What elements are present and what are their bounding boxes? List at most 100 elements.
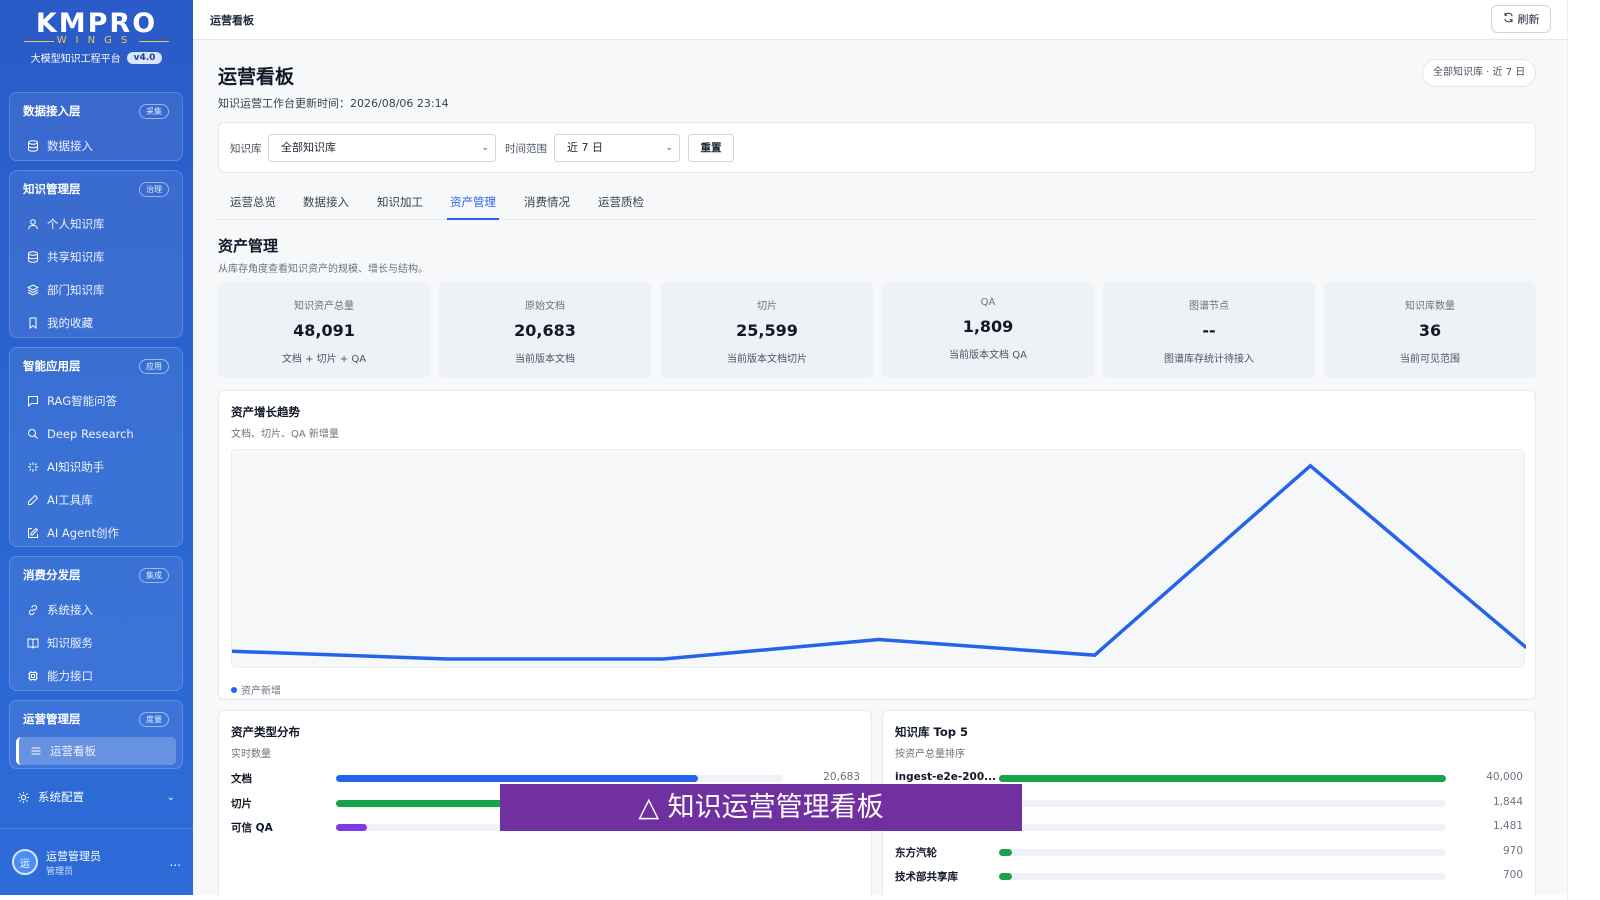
data-point-2 (661, 657, 665, 661)
kpi-label: QA (980, 297, 996, 308)
sidebar-item-ai-agent[interactable]: AI Agent创作 (10, 516, 182, 549)
sidebar-item-label: Deep Research (47, 426, 134, 441)
data-point-1 (446, 657, 450, 661)
reset-button[interactable]: 重置 (688, 134, 734, 162)
data-point-5 (1308, 464, 1312, 468)
group-tag: 度量 (139, 711, 169, 727)
tab-bar: 运营总览 数据接入 知识加工 资产管理 消费情况 运营质检 (218, 186, 1536, 220)
sidebar-item-label: 个人知识库 (47, 216, 105, 231)
sidebar-item-deep-research[interactable]: Deep Research (10, 417, 182, 450)
kpi-note: 当前版本文档 (515, 354, 575, 365)
bar-fill (999, 848, 1013, 856)
user-profile[interactable]: 运 运营管理员 管理员 ... (0, 828, 193, 895)
sidebar-item-rag-qa[interactable]: RAG智能问答 (10, 384, 182, 417)
sidebar-item-data-ingest[interactable]: 数据接入 (10, 129, 182, 162)
kpi-note: 图谱库存统计待接入 (1164, 354, 1254, 365)
kb-filter-label: 知识库 (230, 143, 262, 155)
filter-bar: 知识库 全部知识库 ⌄ 时间范围 近 7 日 ⌄ 重置 (218, 122, 1536, 173)
scrollbar[interactable] (1567, 0, 1600, 900)
chevron-down-icon: ⌄ (665, 143, 673, 153)
scope-chip: 全部知识库 · 近 7 日 (1422, 59, 1537, 87)
chart-plot-area (230, 449, 1528, 668)
more-icon[interactable]: ... (170, 855, 181, 869)
topbar: 运营看板 刷新 (193, 0, 1567, 40)
range-select[interactable]: 近 7 日 ⌄ (554, 134, 680, 162)
avatar: 运 (12, 849, 38, 875)
tab-asset-management[interactable]: 资产管理 (447, 194, 499, 220)
tab-consumption[interactable]: 消费情况 (524, 194, 570, 220)
kpi-label: 知识库数量 (1405, 301, 1455, 312)
edit-icon (26, 526, 39, 539)
bar-value: 700 (1502, 869, 1523, 881)
bookmark-icon (26, 316, 39, 329)
pen-icon (26, 493, 39, 506)
group-title: 智能应用层 (23, 359, 81, 373)
kpi-card-raw-docs: 原始文档 20,683 当前版本文档 (439, 282, 651, 378)
sidebar-item-ops-dashboard[interactable]: 运营看板 (16, 737, 176, 765)
kb-select[interactable]: 全部知识库 ⌄ (268, 134, 496, 162)
sidebar-item-label: 知识服务 (47, 635, 93, 650)
range-filter-label: 时间范围 (505, 143, 547, 155)
sidebar-item-favorites[interactable]: 我的收藏 (10, 306, 182, 339)
nav-group-data-ingest: 数据接入层 采集 数据接入 (9, 92, 183, 161)
caption-overlay: △ 知识运营管理看板 (500, 784, 1022, 831)
card-subtitle: 按资产总量排序 (895, 749, 965, 760)
bar-label: 可信 QA (231, 822, 273, 834)
asset-trend-card: 资产增长趋势 文档、切片、QA 新增量 资产新增 (218, 390, 1536, 700)
refresh-button[interactable]: 刷新 (1491, 5, 1551, 33)
kpi-note: 当前版本文档切片 (727, 354, 807, 365)
bar-track (336, 775, 783, 782)
gear-icon (17, 791, 30, 804)
kpi-card-graph-nodes: 图谱节点 -- 图谱库存统计待接入 (1103, 282, 1315, 378)
sidebar-item-label: AI知识助手 (47, 459, 105, 474)
tab-ops-overview[interactable]: 运营总览 (230, 194, 276, 220)
card-title: 资产类型分布 (231, 725, 300, 739)
card-subtitle: 实时数量 (231, 749, 271, 760)
sidebar-item-ai-assistant[interactable]: AI知识助手 (10, 450, 182, 483)
sidebar-item-ai-tools[interactable]: AI工具库 (10, 483, 182, 516)
kpi-label: 原始文档 (525, 301, 565, 312)
main-content: 运营看板 知识运营工作台更新时间：2026/08/06 23:14 全部知识库 … (193, 40, 1567, 895)
sidebar-item-knowledge-service[interactable]: 知识服务 (10, 626, 182, 659)
tab-quality-check[interactable]: 运营质检 (598, 194, 644, 220)
bar-label: 东方汽轮 (895, 846, 937, 859)
system-config-menu[interactable]: 系统配置 ⌄ (9, 783, 183, 811)
sidebar: KMPRO WINGS 大模型知识工程平台 v4.0 数据接入层 采集 数据接入… (0, 0, 193, 895)
nav-group-knowledge-mgmt: 知识管理层 治理 个人知识库 共享知识库 部门知识库 我的收藏 (9, 170, 183, 338)
sidebar-item-label: 运营看板 (50, 744, 96, 758)
bar-track (999, 873, 1446, 880)
group-header: 智能应用层 应用 (10, 348, 182, 384)
group-title: 知识管理层 (23, 182, 81, 196)
bar-value: 1,844 (1492, 795, 1523, 808)
group-header: 数据接入层 采集 (10, 93, 182, 129)
data-point-4 (1093, 653, 1097, 657)
database-icon (26, 139, 39, 152)
user-icon (26, 217, 39, 230)
group-header: 运营管理层 度量 (10, 701, 182, 737)
kpi-note: 文档 + 切片 + QA (281, 354, 367, 365)
bar-track (999, 848, 1446, 856)
kpi-value: 36 (1418, 321, 1442, 340)
kpi-card-total-assets: 知识资产总量 48,091 文档 + 切片 + QA (218, 282, 430, 378)
platform-line: 大模型知识工程平台 v4.0 (0, 50, 193, 65)
database-icon (26, 250, 39, 263)
user-name: 运营管理员 (46, 849, 101, 863)
bar-track (999, 824, 1446, 831)
page-title: 运营看板 (218, 66, 295, 88)
tab-data-ingest[interactable]: 数据接入 (303, 194, 349, 220)
list-icon (29, 745, 42, 758)
sidebar-item-shared-kb[interactable]: 共享知识库 (10, 240, 182, 273)
bar-fill (336, 775, 699, 782)
system-config-label: 系统配置 (38, 790, 84, 804)
group-tag: 应用 (139, 358, 169, 374)
bar-label: 切片 (231, 797, 252, 810)
kpi-label: 知识资产总量 (294, 301, 354, 312)
sidebar-item-system-access[interactable]: 系统接入 (10, 593, 182, 626)
group-title: 运营管理层 (23, 712, 81, 726)
sidebar-item-personal-kb[interactable]: 个人知识库 (10, 207, 182, 240)
sidebar-item-capability-api[interactable]: 能力接口 (10, 659, 182, 692)
group-title: 消费分发层 (23, 568, 81, 582)
bar-label: 文档 (231, 773, 252, 785)
tab-knowledge-processing[interactable]: 知识加工 (377, 194, 423, 220)
sidebar-item-dept-kb[interactable]: 部门知识库 (10, 273, 182, 306)
